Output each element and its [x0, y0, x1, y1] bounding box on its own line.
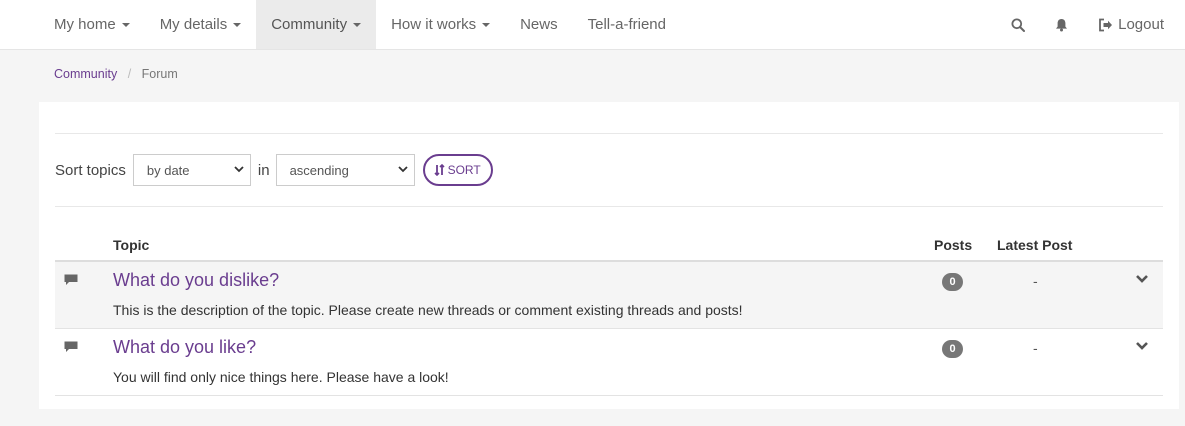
top-navbar: My home My details Community How it work…	[0, 0, 1185, 50]
nav-community[interactable]: Community	[256, 0, 377, 49]
header-topic: Topic	[113, 237, 150, 253]
nav-tell-a-friend[interactable]: Tell-a-friend	[573, 0, 681, 49]
header-posts: Posts	[934, 237, 973, 253]
chevron-down-icon[interactable]	[1135, 274, 1149, 284]
sort-field-select[interactable]: by date	[132, 154, 251, 186]
chevron-down-icon[interactable]	[1135, 341, 1149, 351]
table-row: What do you like? You will find only nic…	[55, 329, 1163, 396]
logout-label: Logout	[1118, 16, 1164, 33]
comment-icon	[64, 274, 78, 285]
header-latest-post: Latest Post	[997, 237, 1073, 253]
chevron-down-icon	[234, 165, 244, 176]
forum-panel: Sort topics by date in ascending SORT To…	[39, 102, 1179, 409]
latest-post: -	[1033, 273, 1038, 289]
posts-count-badge: 0	[942, 340, 963, 358]
nav-my-home[interactable]: My home	[39, 0, 145, 49]
nav-utilities: Logout	[996, 0, 1185, 49]
main-nav: My home My details Community How it work…	[0, 0, 681, 49]
breadcrumb: Community / Forum	[0, 50, 1185, 84]
comment-icon	[64, 341, 78, 352]
search-button[interactable]	[996, 0, 1040, 49]
sort-icon	[433, 164, 445, 176]
posts-count-badge: 0	[942, 273, 963, 291]
bell-icon	[1056, 18, 1068, 31]
nav-label: Tell-a-friend	[587, 16, 666, 33]
breadcrumb-separator: /	[127, 67, 132, 81]
sort-button-label: SORT	[447, 163, 481, 177]
caret-down-icon	[353, 22, 362, 27]
in-label: in	[257, 161, 270, 179]
topic-title-link[interactable]: What do you like?	[113, 337, 256, 358]
caret-down-icon	[233, 22, 242, 27]
sort-order-select[interactable]: ascending	[275, 154, 415, 186]
nav-news[interactable]: News	[505, 0, 573, 49]
notifications-button[interactable]	[1040, 0, 1083, 49]
table-row: What do you dislike? This is the descrip…	[55, 262, 1163, 329]
breadcrumb-current: Forum	[141, 67, 178, 81]
sort-order-value: ascending	[289, 162, 349, 178]
sort-topics-label: Sort topics	[55, 161, 126, 179]
topic-description: This is the description of the topic. Pl…	[113, 302, 743, 318]
latest-post: -	[1033, 340, 1038, 356]
nav-label: My home	[54, 16, 116, 33]
topics-table-header: Topic Posts Latest Post	[55, 206, 1163, 262]
sort-controls: Sort topics by date in ascending SORT	[55, 134, 1163, 206]
topic-title-link[interactable]: What do you dislike?	[113, 270, 279, 291]
nav-label: Community	[271, 16, 348, 33]
caret-down-icon	[121, 22, 130, 27]
search-icon	[1011, 18, 1026, 32]
logout-button[interactable]: Logout	[1083, 0, 1179, 49]
nav-how-it-works[interactable]: How it works	[376, 0, 505, 49]
sort-button[interactable]: SORT	[422, 154, 493, 186]
sort-field-value: by date	[146, 162, 190, 178]
caret-down-icon	[482, 22, 491, 27]
nav-label: My details	[159, 16, 228, 33]
logout-icon	[1099, 18, 1113, 31]
nav-my-details[interactable]: My details	[145, 0, 257, 49]
chevron-down-icon	[397, 165, 408, 176]
topic-description: You will find only nice things here. Ple…	[113, 369, 449, 385]
nav-label: News	[520, 16, 558, 33]
breadcrumb-community-link[interactable]: Community	[54, 67, 117, 81]
nav-label: How it works	[391, 16, 477, 33]
